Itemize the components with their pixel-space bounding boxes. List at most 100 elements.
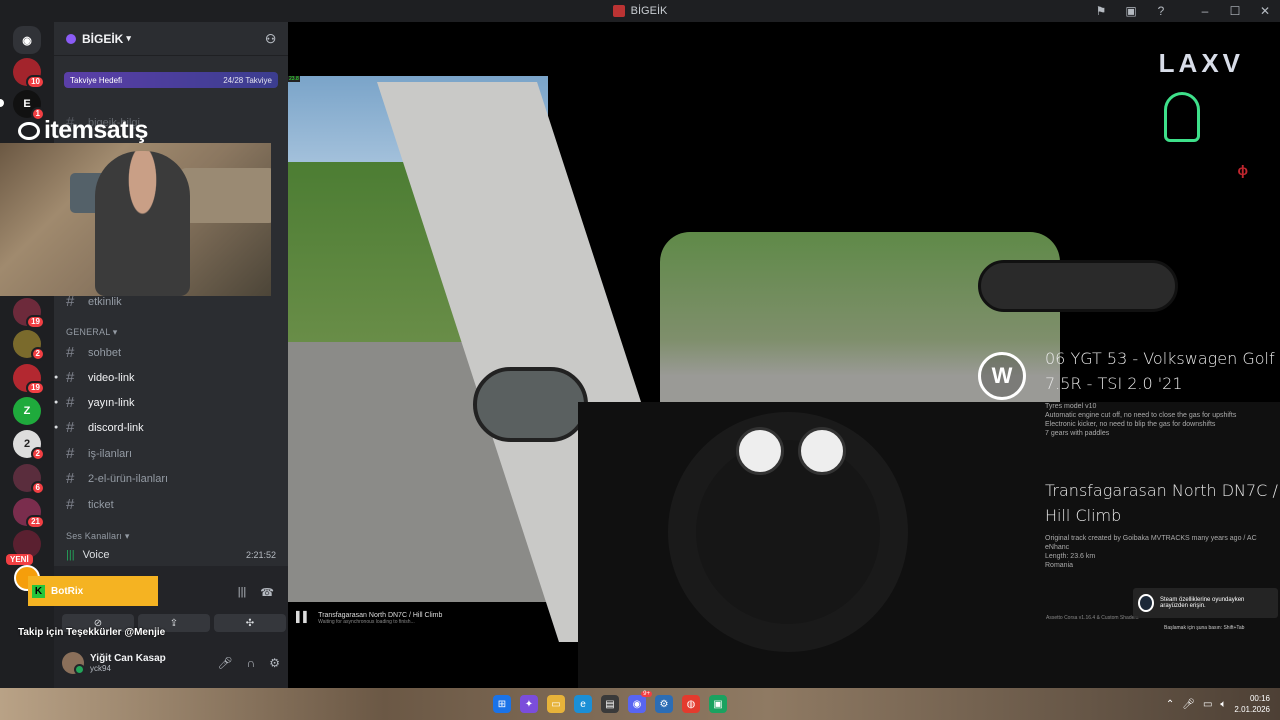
streaming-app-icon[interactable]: ▣	[709, 695, 727, 713]
avatar[interactable]	[62, 652, 85, 675]
voice-wave-icon: |||	[66, 549, 75, 561]
category-label: GENERAL	[66, 327, 111, 337]
sponsor-red-logo: ϕ	[1237, 162, 1249, 178]
hash-icon: #	[66, 419, 75, 436]
network-icon[interactable]: ▭	[1203, 699, 1212, 710]
webcam-person	[95, 151, 190, 296]
boost-goal-bar[interactable]: Takviye Hedefi 24/28 Takviye	[64, 72, 278, 88]
category-voice[interactable]: Ses Kanalları ▾	[66, 531, 130, 542]
hash-icon: #	[66, 369, 75, 386]
tachometer-gauge	[736, 427, 784, 475]
channel-item[interactable]: ● # video-link	[54, 369, 135, 386]
steam-notification[interactable]: Steam özelliklerine oyundayken arayüzden…	[1133, 588, 1278, 618]
discord-home-icon[interactable]: ◉	[13, 26, 41, 54]
maximize-icon[interactable]: ☐	[1220, 0, 1250, 22]
window-titlebar: BİGEİK ⚑ ▣ ? – ☐ ✕	[0, 0, 1280, 22]
user-username: yck94	[90, 664, 111, 673]
channel-item[interactable]: # sohbet	[66, 344, 121, 361]
close-icon[interactable]: ✕	[1250, 0, 1280, 22]
flag-icon[interactable]: ⚑	[1086, 0, 1116, 22]
chevron-up-icon[interactable]: ⌃	[1166, 699, 1174, 710]
channel-item[interactable]: # ticket	[66, 496, 114, 513]
channel-name: sohbet	[88, 346, 122, 359]
steam-message: Steam özelliklerine oyundayken arayüzden…	[1160, 597, 1245, 609]
hash-icon: #	[66, 445, 75, 462]
clock[interactable]: 00:16 2.01.2026	[1234, 693, 1270, 715]
steam-hint: Başlamak için şuna basın: Shift+Tab	[1164, 625, 1245, 631]
file-explorer-icon[interactable]: ▭	[547, 695, 565, 713]
microphone-icon[interactable]: 🎤︎	[217, 656, 232, 670]
channel-item[interactable]: ● # discord-link	[54, 419, 144, 436]
server-icon[interactable]: 19	[13, 298, 45, 329]
activities-button[interactable]: ✣	[214, 614, 286, 632]
settings-taskbar-icon[interactable]: ⚙	[655, 695, 673, 713]
sponsor-text: LAXV	[1158, 48, 1244, 78]
clock-date: 2.01.2026	[1234, 705, 1270, 714]
channel-name: iş-ilanları	[88, 447, 133, 460]
unread-dot: ●	[54, 374, 59, 381]
add-member-icon[interactable]: ⚇	[265, 32, 276, 46]
track-note: Romania	[1045, 562, 1074, 569]
loading-subtitle: Waiting for asynchronous loading to fini…	[318, 619, 415, 625]
channel-name: 2-el-ürün-ilanları	[88, 472, 169, 485]
car-note: 7 gears with paddles	[1045, 430, 1110, 437]
settings-icon[interactable]: ⚙	[269, 656, 280, 670]
channel-name: discord-link	[88, 421, 144, 434]
channel-item[interactable]: ● # yayın-link	[54, 394, 134, 411]
channel-item[interactable]: # iş-ilanları	[66, 445, 132, 462]
mention-badge: 21	[26, 515, 45, 529]
mic-tray-icon[interactable]: 🎤︎	[1182, 699, 1195, 710]
follow-thanks-text: Takip için Teşekkürler @Menjie	[18, 627, 166, 638]
game-version: Assetto Corsa v1.16.4 & Custom Shaders	[1046, 615, 1139, 621]
minimize-icon[interactable]: –	[1190, 0, 1220, 22]
server-badge-icon	[66, 33, 76, 44]
mention-badge: 19	[26, 381, 45, 395]
category-general[interactable]: GENERAL ▾	[66, 327, 118, 338]
loading-status: ▌▌ Transfagarasan North DN7C / Hill Clim…	[296, 612, 442, 625]
steering-wheel	[668, 412, 908, 652]
boost-progress: 24/28 Takviye	[223, 75, 272, 85]
store-icon[interactable]: ▤	[601, 695, 619, 713]
channel-name: etkinlik	[88, 295, 122, 308]
server-icon[interactable]: E1	[13, 90, 45, 121]
game-view[interactable]: 23.8 LAXV ϕ W 06 YGT 53 - Volkswagen Gol…	[288, 22, 1280, 688]
loading-bars-icon: ▌▌	[296, 612, 311, 623]
help-icon[interactable]: ?	[1146, 0, 1176, 22]
copilot-icon[interactable]: ✦	[520, 695, 538, 713]
server-header[interactable]: BİGEİK ▾ ⚇	[54, 22, 288, 56]
volume-icon[interactable]: 🔈︎	[1220, 699, 1226, 710]
discord-taskbar-icon[interactable]: ◉ 9+	[628, 691, 652, 713]
webcam-sofa	[180, 168, 271, 223]
loading-title: Transfagarasan North DN7C / Hill Climb	[318, 612, 443, 619]
server-icon[interactable]: 22	[13, 430, 45, 461]
server-icon[interactable]: 6	[13, 464, 45, 495]
edge-icon[interactable]: e	[574, 695, 592, 713]
disconnect-icon[interactable]: ☎	[260, 586, 274, 599]
voice-duration: 2:21:52	[245, 550, 276, 560]
car-title: 06 YGT 53 - Volkswagen Golf 7.5R - TSI 2…	[1045, 349, 1275, 393]
window-title: BİGEİK	[630, 5, 668, 17]
server-icon[interactable]: 2	[13, 330, 45, 361]
server-icon[interactable]: Z	[13, 397, 41, 425]
channel-item[interactable]: #2-el-ürün-ilanları	[66, 470, 168, 487]
server-icon[interactable]: 19	[13, 364, 45, 395]
headphones-icon[interactable]: ∩	[247, 656, 256, 670]
unread-dot: ●	[54, 399, 59, 406]
voice-channel[interactable]: ||| Voice 2:21:52	[66, 549, 276, 561]
laxv-logo: LAXV	[1159, 48, 1244, 79]
track-note: Length: 23.6 km	[1045, 553, 1096, 560]
channel-name: video-link	[88, 371, 135, 384]
track-note: Original track created by Goibaka MVTRAC…	[1045, 535, 1257, 551]
soundboard-icon[interactable]: |||	[238, 586, 247, 599]
mention-badge: 10	[26, 75, 45, 89]
voice-channel-name: Voice	[82, 549, 110, 561]
windows-start-icon[interactable]: ⊞	[493, 695, 511, 713]
inbox-icon[interactable]: ▣	[1116, 0, 1146, 22]
chrome-icon[interactable]: ◍	[682, 695, 700, 713]
server-icon[interactable]: 10	[13, 58, 45, 89]
server-icon[interactable]: 21	[13, 498, 45, 529]
car-info: 06 YGT 53 - Volkswagen Golf 7.5R - TSI 2…	[1045, 346, 1275, 438]
botrix-alert: K BotRix	[28, 576, 158, 606]
rearview-mirror	[978, 260, 1178, 312]
system-tray: ⌃ 🎤︎ ▭ 🔈︎ 00:16 2.01.2026	[1166, 688, 1270, 720]
